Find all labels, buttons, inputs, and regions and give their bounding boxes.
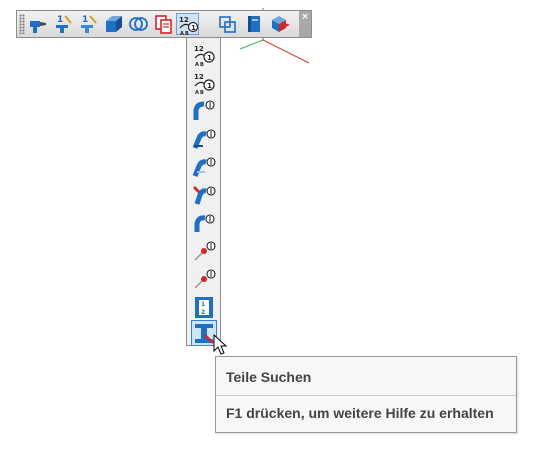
balloon-12-alt-icon: 12 1 A B (194, 73, 215, 96)
flyout-item-bracket[interactable]: 1 2 (191, 294, 217, 320)
tooltip-title: Teile Suchen (226, 369, 312, 385)
blue-book-icon (248, 16, 260, 32)
balloon-right-text: B (200, 90, 204, 96)
red-blue-cube-icon (272, 16, 290, 32)
balloon-12-icon: 12 1 A B (194, 45, 215, 68)
balloon-12-icon: 12 1 A B (179, 16, 199, 36)
bracket-1-2-icon: 1 2 (195, 297, 213, 318)
axis-z-line (239, 39, 264, 50)
number-tool-alt-button[interactable]: 1 (77, 13, 100, 35)
solid-block-button[interactable] (102, 13, 125, 35)
red-pin-tag-2-icon (194, 269, 216, 289)
balloon-flyout: 12 1 A B 12 1 A B 1 2 (186, 37, 221, 346)
double-ring-icon (129, 17, 148, 31)
square-frames-icon (219, 16, 236, 33)
double-ring-button[interactable] (127, 13, 150, 35)
number-tool-button[interactable]: 1 (52, 13, 75, 35)
balloon-circled-text: 1 (207, 82, 212, 90)
toolbar-close-button[interactable]: × (299, 11, 311, 37)
balloon-right-text: B (200, 62, 204, 68)
flyout-item-balloon-alt[interactable]: 12 1 A B (191, 70, 217, 96)
number-1-tool-icon: 1 (56, 15, 72, 33)
balloon-left-text: A (180, 31, 184, 36)
square-frames-button[interactable] (216, 13, 239, 35)
axis-x-line (262, 39, 310, 64)
book-button[interactable] (243, 13, 266, 35)
blue-bend-tag-3-icon (192, 157, 216, 177)
flyout-item-bend-tag-3[interactable] (191, 154, 217, 180)
drill-hole-icon (30, 21, 46, 33)
tooltip-divider (216, 395, 516, 396)
svg-text:1: 1 (82, 15, 88, 25)
flyout-item-red-blue-bend-tag[interactable] (191, 182, 217, 208)
balloon-left-text: A (195, 90, 199, 96)
red-copy-pages-icon (155, 15, 172, 34)
red-pin-tag-icon (194, 241, 216, 261)
balloon-top-text: 12 (194, 45, 204, 53)
drill-hole-button[interactable] (27, 13, 50, 35)
tooltip: Teile Suchen F1 drücken, um weitere Hilf… (215, 356, 517, 433)
blue-bend-tag-icon (193, 100, 215, 120)
close-icon: × (301, 12, 309, 22)
toolbar-grip[interactable] (19, 14, 25, 34)
tooltip-help-text: F1 drücken, um weitere Hilfe zu erhalten (226, 405, 494, 421)
balloon-circled-text: 1 (191, 24, 196, 32)
bracket-bottom-digit: 2 (201, 309, 205, 316)
balloon-top-text: 12 (179, 16, 189, 24)
balloon-left-text: A (195, 62, 199, 68)
red-blue-bend-tag-icon (192, 185, 216, 205)
cube-button[interactable] (269, 13, 292, 35)
blue-curve-tag-icon (194, 214, 215, 232)
balloon-right-text: B (185, 31, 189, 36)
balloon-top-text: 12 (194, 73, 204, 81)
flyout-item-balloon[interactable]: 12 1 A B (191, 42, 217, 68)
number-1-tool-alt-icon: 1 (81, 15, 97, 33)
blue-block-icon (106, 16, 122, 32)
balloon-circled-text: 1 (207, 54, 212, 62)
flyout-item-pin-tag[interactable] (191, 238, 217, 264)
floating-toolbar: 1 1 12 1 A B × (16, 10, 312, 38)
flyout-item-bend-tag[interactable] (191, 98, 217, 124)
blue-bend-tag-2-icon (192, 129, 216, 149)
mouse-pointer-icon (213, 334, 228, 355)
svg-text:1: 1 (57, 15, 63, 25)
workspace-canvas: 1 1 12 1 A B × 12 1 A B 12 1 A B 1 2 Tei… (0, 0, 543, 450)
flyout-item-pin-tag-2[interactable] (191, 266, 217, 292)
flyout-item-curve-tag[interactable] (191, 210, 217, 236)
bracket-top-digit: 1 (201, 301, 205, 308)
copy-pages-button[interactable] (152, 13, 175, 35)
balloon-button[interactable]: 12 1 A B (176, 13, 199, 36)
flyout-item-bend-tag-2[interactable] (191, 126, 217, 152)
